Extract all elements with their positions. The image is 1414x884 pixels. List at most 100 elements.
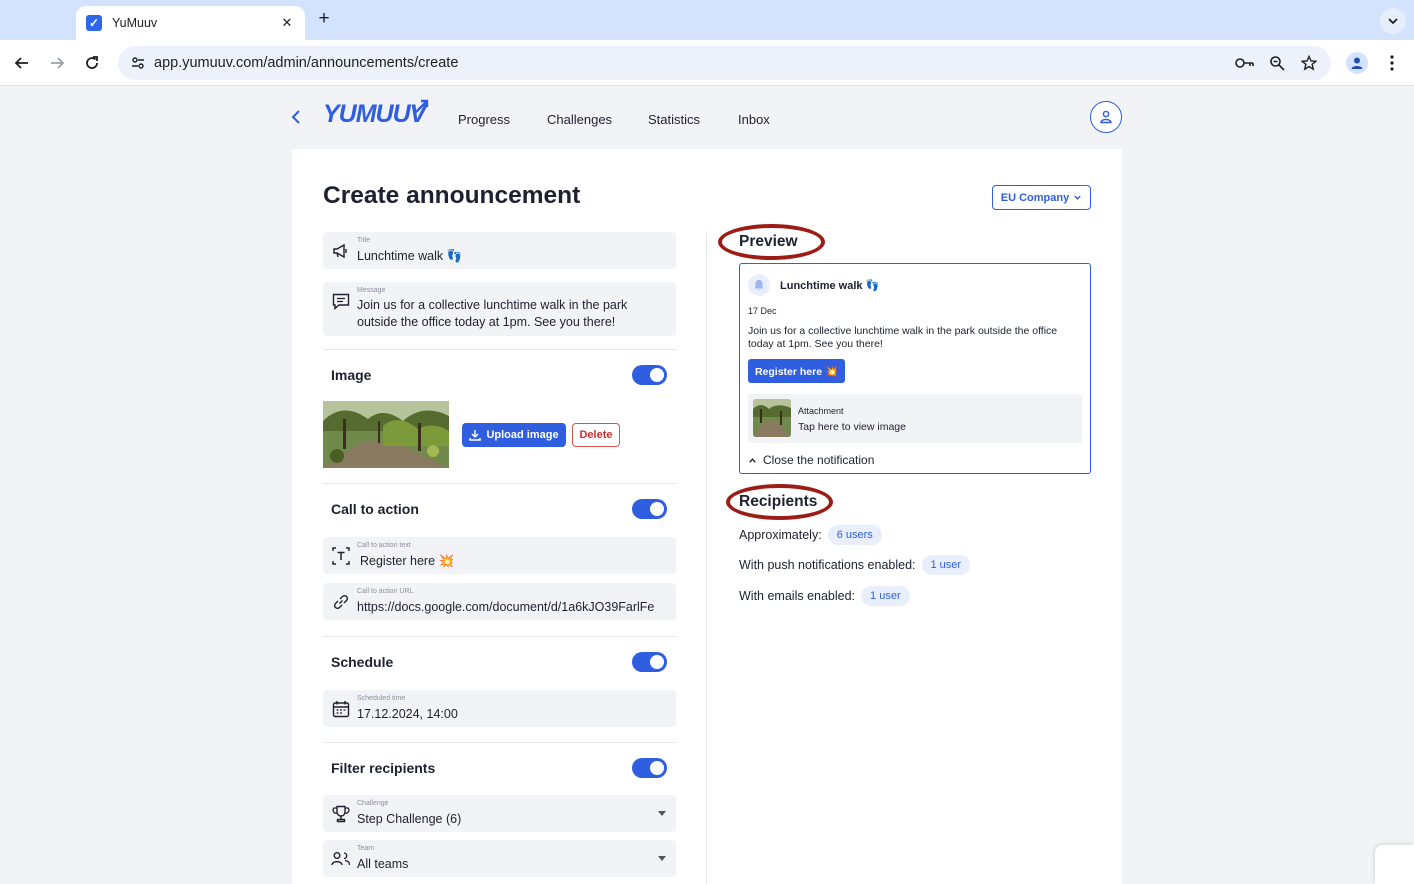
scheduled-time-value: 17.12.2024, 14:00: [357, 707, 458, 721]
park-image-thumbnail: [323, 401, 449, 468]
nav-progress[interactable]: Progress: [458, 112, 510, 127]
recipients-push-row: With push notifications enabled: 1 user: [739, 555, 971, 575]
tab-title: YuMuuv: [112, 16, 158, 30]
schedule-toggle[interactable]: [632, 652, 667, 672]
company-select-value: EU Company: [1000, 191, 1070, 204]
cta-section-heading: Call to action: [331, 501, 419, 517]
company-select[interactable]: EU Company: [992, 185, 1091, 210]
divider: [323, 636, 676, 637]
preview-date: 17 Dec: [748, 306, 777, 316]
back-button[interactable]: [11, 52, 33, 74]
team-users-icon: [331, 849, 351, 869]
close-notification-link[interactable]: Close the notification: [748, 453, 874, 467]
browser-tabstrip: ✓ YuMuuv ✕ +: [0, 0, 1414, 40]
cta-url-field[interactable]: Call to action URL https://docs.google.c…: [323, 583, 676, 620]
user-account-button[interactable]: [1090, 101, 1122, 133]
reload-button[interactable]: [81, 52, 103, 74]
team-select[interactable]: Team All teams: [323, 840, 676, 877]
challenge-select[interactable]: Challenge Step Challenge (6): [323, 795, 676, 832]
zoom-icon[interactable]: [1267, 53, 1287, 73]
browser-menu-button[interactable]: [1383, 52, 1401, 74]
divider: [323, 742, 676, 743]
back-icon: [14, 57, 28, 69]
floating-widget[interactable]: [1375, 845, 1414, 884]
schedule-section-heading: Schedule: [331, 654, 394, 670]
preview-heading: Preview: [739, 233, 798, 250]
password-key-icon[interactable]: [1235, 53, 1255, 73]
user-icon: [1100, 110, 1112, 124]
team-label: Team: [357, 845, 375, 852]
tab-search-button[interactable]: [1380, 8, 1406, 34]
calendar-icon: [331, 699, 351, 719]
browser-tab[interactable]: ✓ YuMuuv ✕: [76, 6, 305, 40]
email-count-badge: 1 user: [861, 586, 910, 606]
cta-url-value: https://docs.google.com/document/d/1a6kJ…: [357, 600, 655, 614]
page-title: Create announcement: [323, 182, 581, 209]
text-format-icon: [331, 546, 351, 566]
image-toggle[interactable]: [632, 365, 667, 385]
delete-image-button[interactable]: Delete: [572, 423, 620, 447]
preview-title: Lunchtime walk 👣: [780, 280, 880, 292]
forward-icon: [51, 57, 65, 69]
attachment-subtitle: Tap here to view image: [798, 421, 906, 433]
bookmark-star-icon[interactable]: [1299, 53, 1319, 73]
recipients-approx-row: Approximately: 6 users: [739, 525, 882, 545]
title-field[interactable]: Title Lunchtime walk 👣: [323, 232, 676, 269]
scheduled-time-label: Scheduled time: [357, 695, 406, 702]
link-icon: [331, 592, 351, 612]
challenge-value: Step Challenge (6): [357, 812, 462, 826]
push-label: With push notifications enabled:: [739, 558, 916, 572]
divider: [323, 349, 676, 350]
chevron-down-icon: [1388, 18, 1398, 25]
yumuuv-logo[interactable]: YUMUUV: [323, 100, 426, 129]
menu-icon: [1390, 55, 1394, 71]
yumuuv-favicon-icon: ✓: [86, 15, 102, 31]
forward-button[interactable]: [46, 52, 68, 74]
address-bar[interactable]: app.yumuuv.com/admin/announcements/creat…: [118, 46, 1331, 80]
close-tab-icon[interactable]: ✕: [279, 15, 295, 31]
app-header: YUMUUV Progress Challenges Statistics In…: [280, 86, 1130, 148]
upload-image-label: Upload image: [486, 429, 559, 441]
upload-image-button[interactable]: Upload image: [462, 423, 566, 447]
browser-profile-button[interactable]: [1346, 52, 1368, 74]
title-field-label: Title: [357, 237, 370, 244]
site-settings-icon[interactable]: [128, 53, 148, 73]
back-nav-button[interactable]: [288, 108, 304, 126]
filter-section-heading: Filter recipients: [331, 760, 436, 776]
attachment-thumbnail: [753, 399, 791, 437]
approx-count-badge: 6 users: [827, 525, 882, 545]
logo-arrow-icon: [415, 99, 429, 113]
preview-message: Join us for a collective lunchtime walk …: [748, 325, 1058, 350]
reload-icon: [86, 56, 98, 69]
browser-toolbar: app.yumuuv.com/admin/announcements/creat…: [0, 40, 1414, 86]
cta-text-value: Register here 💥: [360, 554, 455, 568]
recipients-email-row: With emails enabled: 1 user: [739, 586, 910, 606]
cta-toggle[interactable]: [632, 499, 667, 519]
megaphone-icon: [331, 241, 351, 261]
preview-attachment[interactable]: Attachment Tap here to view image: [748, 394, 1082, 443]
push-count-badge: 1 user: [921, 555, 971, 575]
new-tab-button[interactable]: +: [314, 9, 334, 29]
nav-challenges[interactable]: Challenges: [547, 112, 612, 127]
divider: [323, 483, 676, 484]
announcement-card: Create announcement EU Company Title Lun…: [292, 149, 1122, 884]
nav-inbox[interactable]: Inbox: [738, 112, 770, 127]
preview-cta-button[interactable]: Register here 💥: [748, 359, 845, 383]
recipients-heading: Recipients: [739, 493, 818, 510]
cta-text-label: Call to action text: [357, 542, 411, 549]
message-line-2: outside the office today at 1pm. See you…: [357, 315, 616, 329]
cta-url-label: Call to action URL: [357, 588, 414, 595]
scheduled-time-field[interactable]: Scheduled time 17.12.2024, 14:00: [323, 690, 676, 727]
team-value: All teams: [357, 857, 409, 871]
chevron-down-icon: [1074, 195, 1081, 200]
message-field[interactable]: Message Join us for a collective lunchti…: [323, 282, 676, 336]
cta-text-field[interactable]: Call to action text Register here 💥: [323, 537, 676, 574]
notification-preview: Lunchtime walk 👣 17 Dec Join us for a co…: [739, 263, 1091, 474]
nav-statistics[interactable]: Statistics: [648, 112, 700, 127]
profile-icon: [1351, 57, 1363, 69]
approx-label: Approximately:: [739, 528, 822, 542]
message-bubble-icon: [331, 291, 351, 311]
filter-recipients-toggle[interactable]: [632, 758, 667, 778]
column-divider: [706, 231, 707, 884]
dropdown-caret-icon: [658, 856, 666, 861]
